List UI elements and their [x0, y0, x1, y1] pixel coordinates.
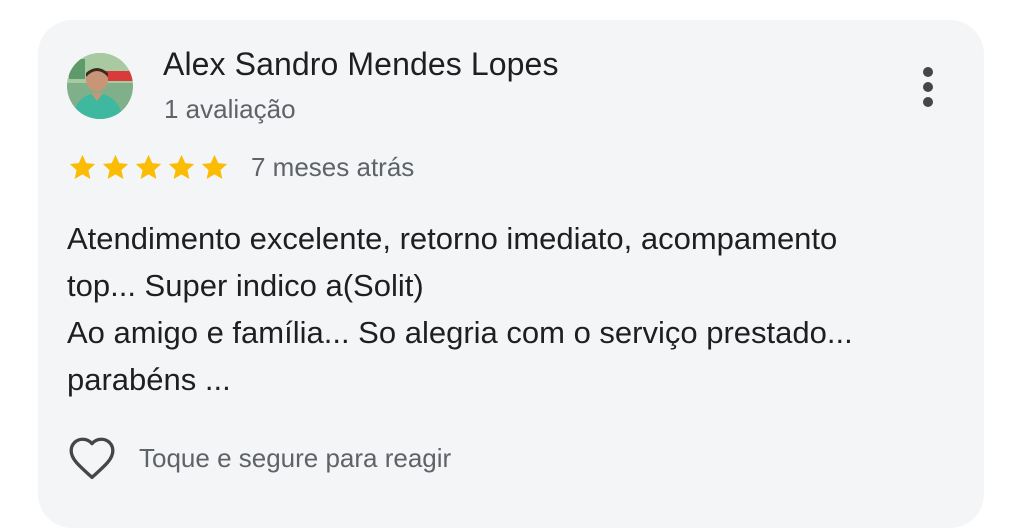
review-text-line: parabéns ...: [67, 362, 231, 397]
author-name[interactable]: Alex Sandro Mendes Lopes: [163, 46, 559, 83]
star-rating: [67, 152, 230, 183]
review-card: Alex Sandro Mendes Lopes 1 avaliação 7 m…: [38, 20, 984, 528]
more-vert-icon: [923, 67, 933, 77]
author-review-count: 1 avaliação: [164, 94, 296, 124]
star-icon: [69, 154, 96, 179]
more-options-button[interactable]: [904, 60, 952, 114]
review-text: Atendimento excelente, retorno imediato,…: [67, 215, 947, 403]
author-avatar[interactable]: [67, 53, 133, 119]
star-icon: [168, 154, 195, 179]
star-icon: [102, 154, 129, 179]
heart-outline-icon: [69, 437, 115, 480]
review-text-line: top... Super indico a(Solit): [67, 268, 424, 303]
reaction-hint: Toque e segure para reagir: [139, 442, 452, 473]
review-date: 7 meses atrás: [251, 151, 415, 182]
review-text-line: Atendimento excelente, retorno imediato,…: [67, 221, 838, 256]
review-text-line: Ao amigo e família... So alegria com o s…: [67, 315, 853, 350]
star-icon: [201, 154, 228, 179]
reaction-button[interactable]: Toque e segure para reagir: [67, 432, 451, 484]
rating-row: 7 meses atrás: [67, 150, 414, 184]
star-icon: [135, 154, 162, 179]
